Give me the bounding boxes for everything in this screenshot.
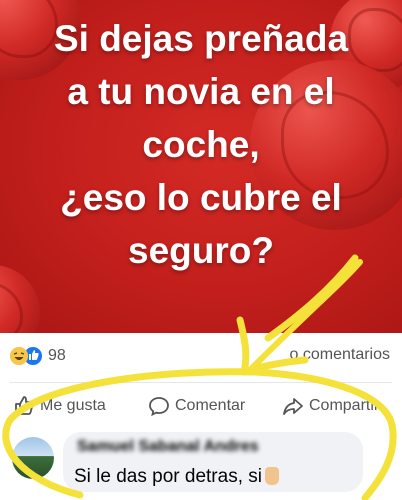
comments-count[interactable]: o comentarios: [290, 346, 391, 364]
comment-author[interactable]: Samuel Sabanal Andres: [77, 438, 259, 456]
reaction-count: 98: [48, 347, 66, 364]
comment-bubble: Samuel Sabanal Andres Si le das por detr…: [63, 432, 363, 492]
comment-text: Si le das por detras, si: [74, 466, 279, 488]
headline-line: ¿eso lo cubre el: [60, 177, 342, 218]
comment-icon: [149, 397, 169, 417]
thumbs-up-icon: [15, 396, 34, 415]
thumbs-up-emoji-icon: [264, 467, 279, 485]
comment-button[interactable]: Comentar: [148, 395, 245, 417]
like-button[interactable]: Me gusta: [13, 395, 106, 417]
reaction-summary[interactable]: 98: [10, 344, 66, 368]
share-label: Compartir: [309, 397, 380, 414]
headline-line: Si dejas preñada: [53, 18, 349, 59]
headline-line: coche,: [142, 124, 260, 165]
comment-label: Comentar: [175, 397, 246, 414]
share-button[interactable]: Compartir: [282, 395, 379, 417]
post-image[interactable]: Si dejas preñada a tu novia en el coche,…: [0, 0, 402, 333]
headline-line: a tu novia en el: [67, 71, 335, 112]
share-icon: [283, 398, 303, 415]
headline-line: seguro?: [128, 230, 274, 271]
divider: [10, 382, 392, 383]
post-headline: Si dejas preñada a tu novia en el coche,…: [0, 12, 402, 277]
action-bar: Me gusta Comentar Compartir: [0, 392, 402, 420]
avatar[interactable]: [12, 437, 54, 479]
like-label: Me gusta: [40, 397, 106, 414]
comment-text-body: Si le das por detras, si: [74, 466, 262, 487]
haha-icon: [10, 347, 28, 365]
